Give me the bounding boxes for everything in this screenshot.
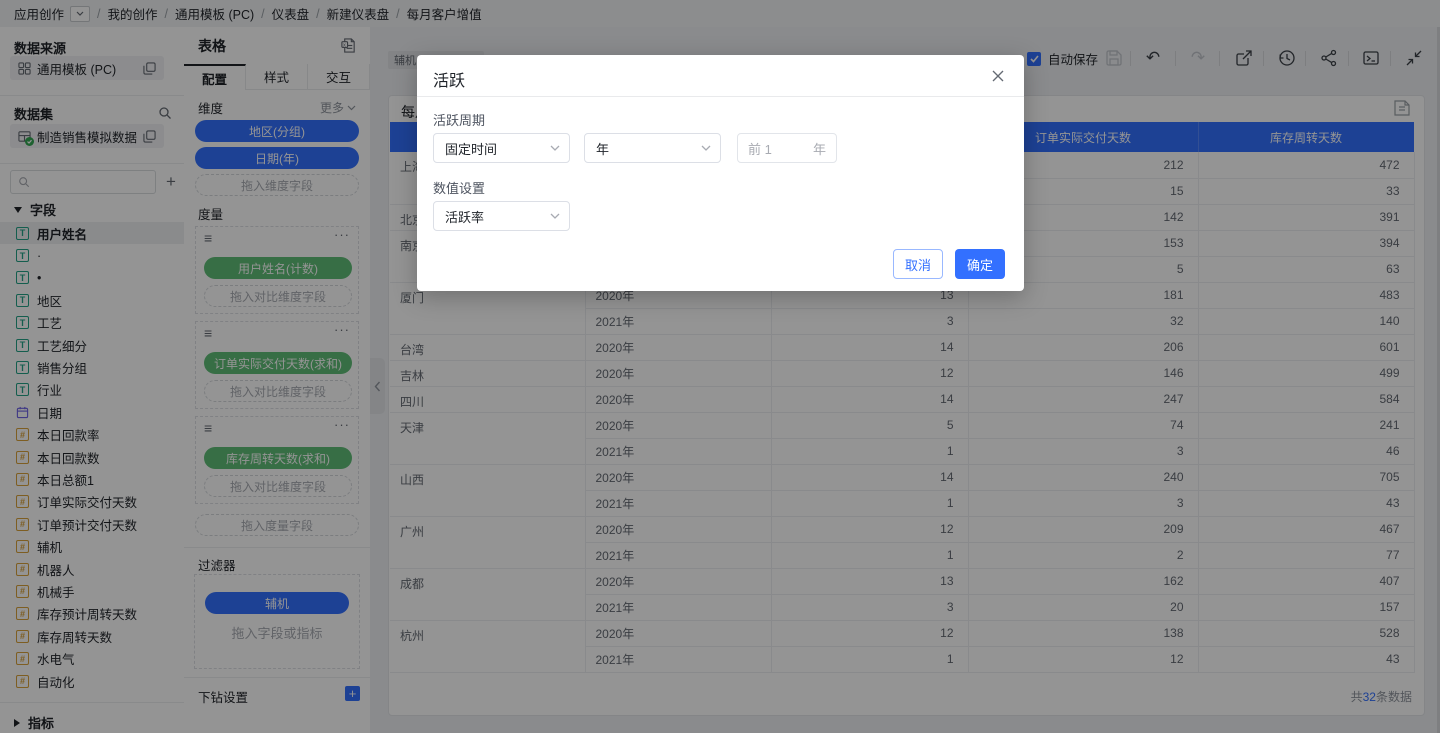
period-value-input[interactable]: 前 1 年 bbox=[737, 133, 837, 163]
period-value-suffix: 年 bbox=[813, 139, 826, 158]
metric-select[interactable]: 活跃率 bbox=[433, 201, 570, 231]
divider bbox=[417, 96, 1024, 97]
chevron-down-icon bbox=[701, 145, 711, 151]
period-type-value: 固定时间 bbox=[445, 139, 497, 158]
dialog-title: 活跃 bbox=[433, 67, 465, 91]
active-settings-dialog: 活跃 活跃周期 固定时间 年 前 1 年 数值设置 活跃率 取消 确定 bbox=[417, 55, 1024, 291]
period-label: 活跃周期 bbox=[433, 110, 485, 129]
chevron-down-icon bbox=[550, 145, 560, 151]
period-value-text: 前 1 bbox=[748, 139, 772, 158]
period-unit-select[interactable]: 年 bbox=[584, 133, 721, 163]
cancel-button[interactable]: 取消 bbox=[893, 249, 943, 279]
metric-value: 活跃率 bbox=[445, 207, 484, 226]
value-setting-label: 数值设置 bbox=[433, 178, 485, 197]
chevron-down-icon bbox=[550, 213, 560, 219]
period-type-select[interactable]: 固定时间 bbox=[433, 133, 570, 163]
confirm-button[interactable]: 确定 bbox=[955, 249, 1005, 279]
period-unit-value: 年 bbox=[596, 139, 609, 158]
close-icon[interactable] bbox=[990, 68, 1006, 84]
